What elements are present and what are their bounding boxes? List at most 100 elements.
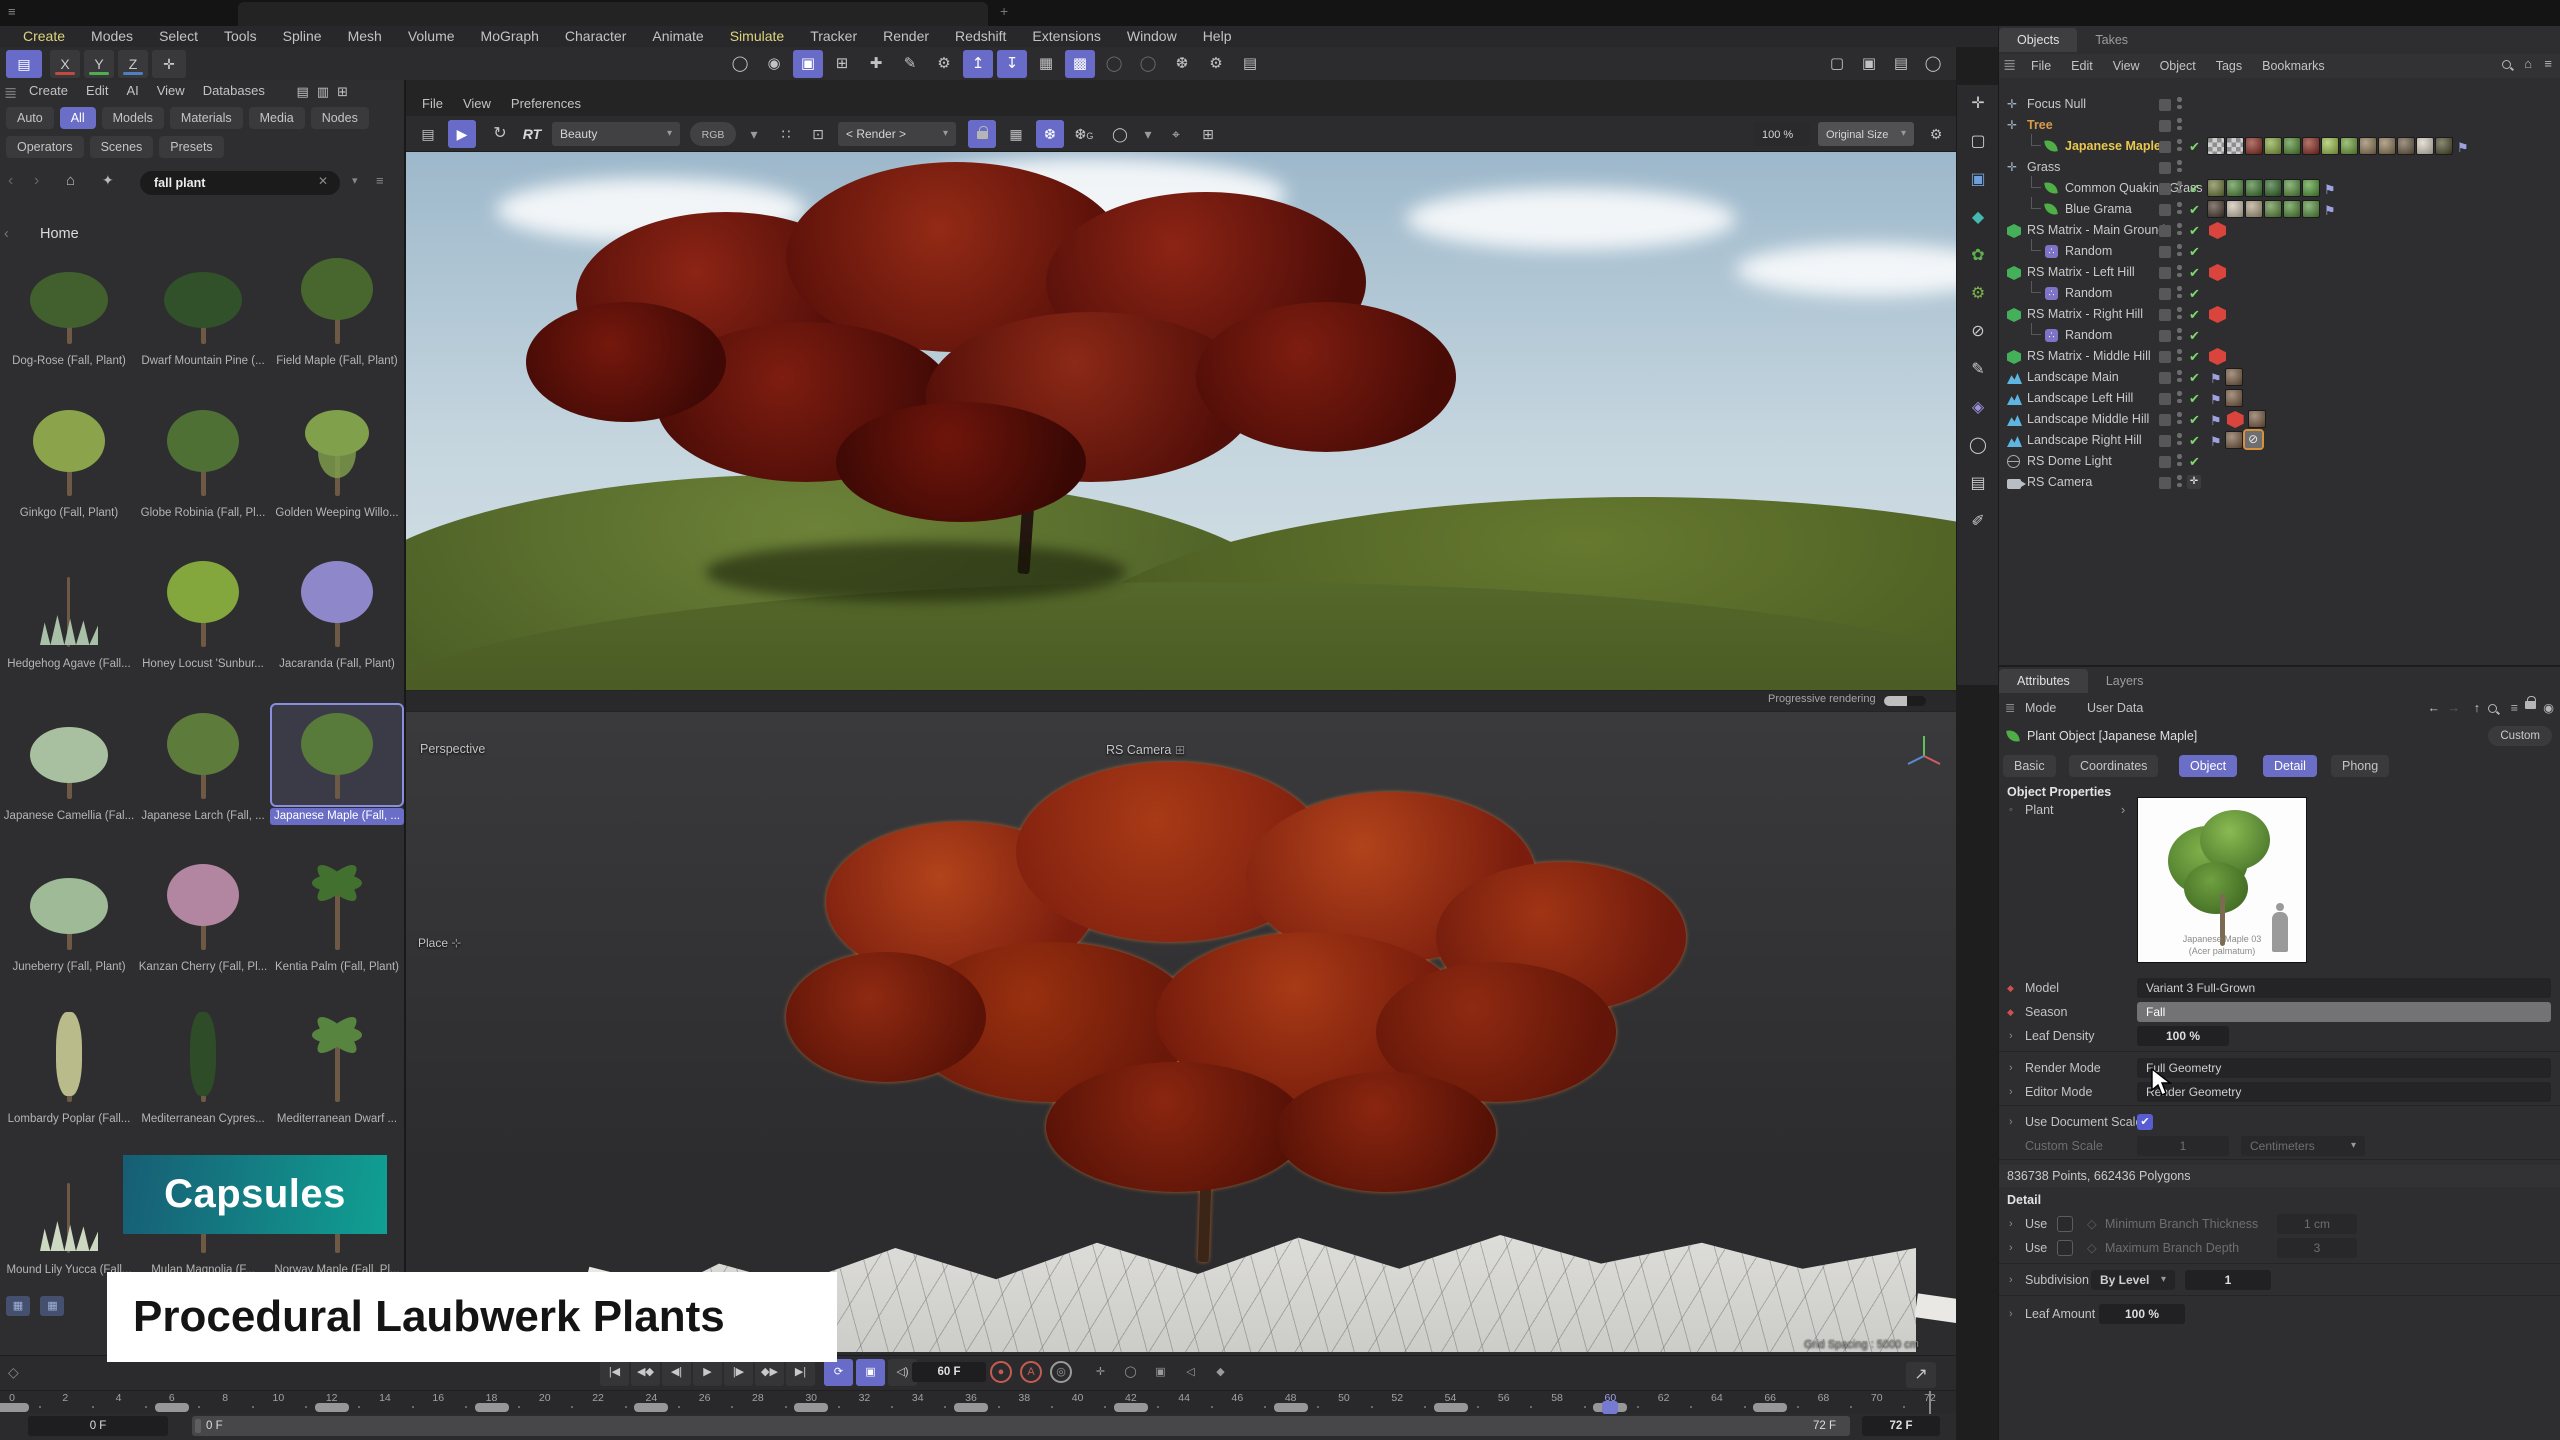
home-icon[interactable]: ⌂ (66, 172, 75, 189)
folder-icon[interactable]: ▦ (6, 1296, 30, 1316)
annotation-flag-icon[interactable]: ⚑ (2210, 410, 2222, 431)
volume-tool-icon[interactable]: ◆ (1957, 199, 1999, 237)
asset-tab-presets[interactable]: Presets (159, 136, 223, 158)
panel-menu-icon[interactable]: ≣ (2003, 54, 2016, 78)
asset-menu-ai[interactable]: AI (117, 80, 147, 102)
database-icon[interactable]: ▤ (297, 84, 309, 100)
render-view-image[interactable] (406, 152, 1956, 690)
crop-icon[interactable]: ⊡ (804, 120, 832, 148)
enabled-check-icon[interactable]: ✔ (2189, 304, 2200, 325)
render-pass-dropdown[interactable]: Beauty▾ (552, 122, 680, 146)
asset-tab-materials[interactable]: Materials (170, 107, 243, 129)
panel-menu-icon[interactable]: ≣ (4, 83, 17, 103)
asset-menu-create[interactable]: Create (20, 80, 77, 102)
cube-tool-icon[interactable]: ▣ (1957, 161, 1999, 199)
plant-thumbnail[interactable] (272, 856, 402, 956)
annotation-flag-icon[interactable]: ⚑ (2210, 368, 2222, 389)
plant-thumbnail[interactable] (138, 553, 268, 653)
render-view-menu-file[interactable]: File (412, 94, 453, 114)
grid-compare-icon[interactable]: ▦ (1002, 120, 1030, 148)
tab-takes[interactable]: Takes (2077, 28, 2146, 52)
render-mode-dropdown[interactable]: Full Geometry (2137, 1058, 2551, 1078)
redshift-tag-icon[interactable] (2209, 306, 2226, 323)
om-menu-edit[interactable]: Edit (2061, 54, 2103, 78)
annotation-flag-icon[interactable]: ⚑ (2324, 179, 2336, 200)
render-view-menu-preferences[interactable]: Preferences (501, 94, 591, 114)
plant-thumbnail[interactable] (4, 1159, 134, 1259)
generator-tool-icon[interactable]: ⚙ (1957, 275, 1999, 313)
asset-menu-edit[interactable]: Edit (77, 80, 117, 102)
visibility-dots[interactable] (2177, 370, 2182, 385)
redshift-tag-icon[interactable] (2209, 264, 2226, 281)
spline-tool-icon[interactable]: ⊘ (1957, 313, 1999, 351)
object-row-tree[interactable]: ✛Tree (1999, 115, 2560, 136)
panel-menu-icon[interactable]: ≣ (2005, 697, 2015, 719)
editor-mode-dropdown[interactable]: Render Geometry (2137, 1082, 2551, 1102)
asset-tab-all[interactable]: All (60, 107, 96, 129)
om-menu-view[interactable]: View (2103, 54, 2150, 78)
visibility-dots[interactable] (2177, 265, 2182, 280)
visibility-dots[interactable] (2177, 223, 2182, 238)
material-swatch[interactable] (2283, 179, 2301, 197)
material-swatch[interactable] (2302, 137, 2320, 155)
plant-thumbnail[interactable] (4, 553, 134, 653)
search-icon[interactable] (2501, 59, 2514, 77)
tab-attributes[interactable]: Attributes (1999, 669, 2088, 693)
object-row-rs-camera[interactable]: RS Camera✛ (1999, 472, 2560, 493)
current-frame-field[interactable]: 60 F (912, 1362, 986, 1382)
enabled-check-icon[interactable]: ✔ (2189, 388, 2200, 409)
season-dropdown[interactable]: Fall (2137, 1002, 2551, 1022)
fit-view-icon[interactable]: ⊞ (1194, 120, 1222, 148)
model-mode-icon[interactable]: ▣ (793, 50, 823, 78)
popout-icon[interactable]: ⊞ (337, 84, 348, 100)
record-button[interactable]: ● (990, 1361, 1012, 1383)
editor-toggle[interactable] (2159, 162, 2171, 174)
forward-icon[interactable]: → (2448, 697, 2461, 719)
axis-x-button[interactable]: X (50, 50, 80, 78)
playhead[interactable] (1602, 1401, 1618, 1414)
lock-icon[interactable] (2525, 694, 2536, 716)
plant-thumbnail[interactable] (272, 705, 402, 805)
smart-search-icon[interactable]: ✦ (102, 172, 114, 189)
plant-thumbnail[interactable] (4, 1008, 134, 1108)
editor-toggle[interactable] (2159, 456, 2171, 468)
material-swatch[interactable] (2359, 137, 2377, 155)
custom-button[interactable]: Custom (2488, 726, 2552, 746)
enabled-check-icon[interactable]: ✔ (2189, 262, 2200, 283)
material-swatch[interactable] (2435, 137, 2453, 155)
menu-window[interactable]: Window (1114, 26, 1190, 47)
menu-modes[interactable]: Modes (78, 26, 146, 47)
play-button[interactable]: ▶ (693, 1359, 722, 1386)
filter-icon[interactable]: ≡ (2511, 697, 2518, 719)
visibility-dots[interactable] (2177, 202, 2182, 217)
userdata-menu[interactable]: User Data (2087, 697, 2143, 719)
object-row-rs-matrix-left-hill[interactable]: RS Matrix - Left Hill✔ (1999, 262, 2560, 283)
plant-item-mediterranean-cypr[interactable]: Mediterranean Cypres... (138, 1008, 268, 1156)
editor-toggle[interactable] (2159, 267, 2171, 279)
search-input[interactable]: fall plant (140, 171, 340, 195)
up-icon[interactable]: ↑ (2474, 697, 2480, 719)
zoom-level-dropdown[interactable]: 100 % (1754, 122, 1810, 146)
material-swatch[interactable] (2225, 389, 2243, 407)
freeze-icon[interactable]: ❆ (1167, 50, 1197, 78)
modeling-settings-icon[interactable]: ⚙ (929, 50, 959, 78)
enabled-check-icon[interactable]: ✔ (2189, 325, 2200, 346)
editor-toggle[interactable] (2159, 225, 2171, 237)
film-icon[interactable]: ▤ (414, 120, 442, 148)
editor-toggle[interactable] (2159, 204, 2171, 216)
goto-end-button[interactable]: ▶| (786, 1359, 815, 1386)
circle-tool-icon[interactable]: ◯ (1957, 427, 1999, 465)
plant-thumbnail[interactable] (138, 402, 268, 502)
object-row-japanese-maple[interactable]: Japanese Maple✔⚑ (1999, 136, 2560, 157)
new-tab-icon[interactable]: + (1000, 3, 1008, 19)
channel-dropdown[interactable]: RGB (690, 122, 736, 146)
material-swatch[interactable] (2207, 137, 2225, 155)
plant-thumbnail[interactable] (138, 250, 268, 350)
material-swatch[interactable] (2226, 179, 2244, 197)
object-row-random[interactable]: ∴Random✔ (1999, 325, 2560, 346)
editor-toggle[interactable] (2159, 246, 2171, 258)
visibility-dots[interactable] (2177, 391, 2182, 406)
object-row-rs-matrix-main-ground[interactable]: RS Matrix - Main Ground✔ (1999, 220, 2560, 241)
menu-spline[interactable]: Spline (270, 26, 335, 47)
material-swatch[interactable] (2302, 200, 2320, 218)
